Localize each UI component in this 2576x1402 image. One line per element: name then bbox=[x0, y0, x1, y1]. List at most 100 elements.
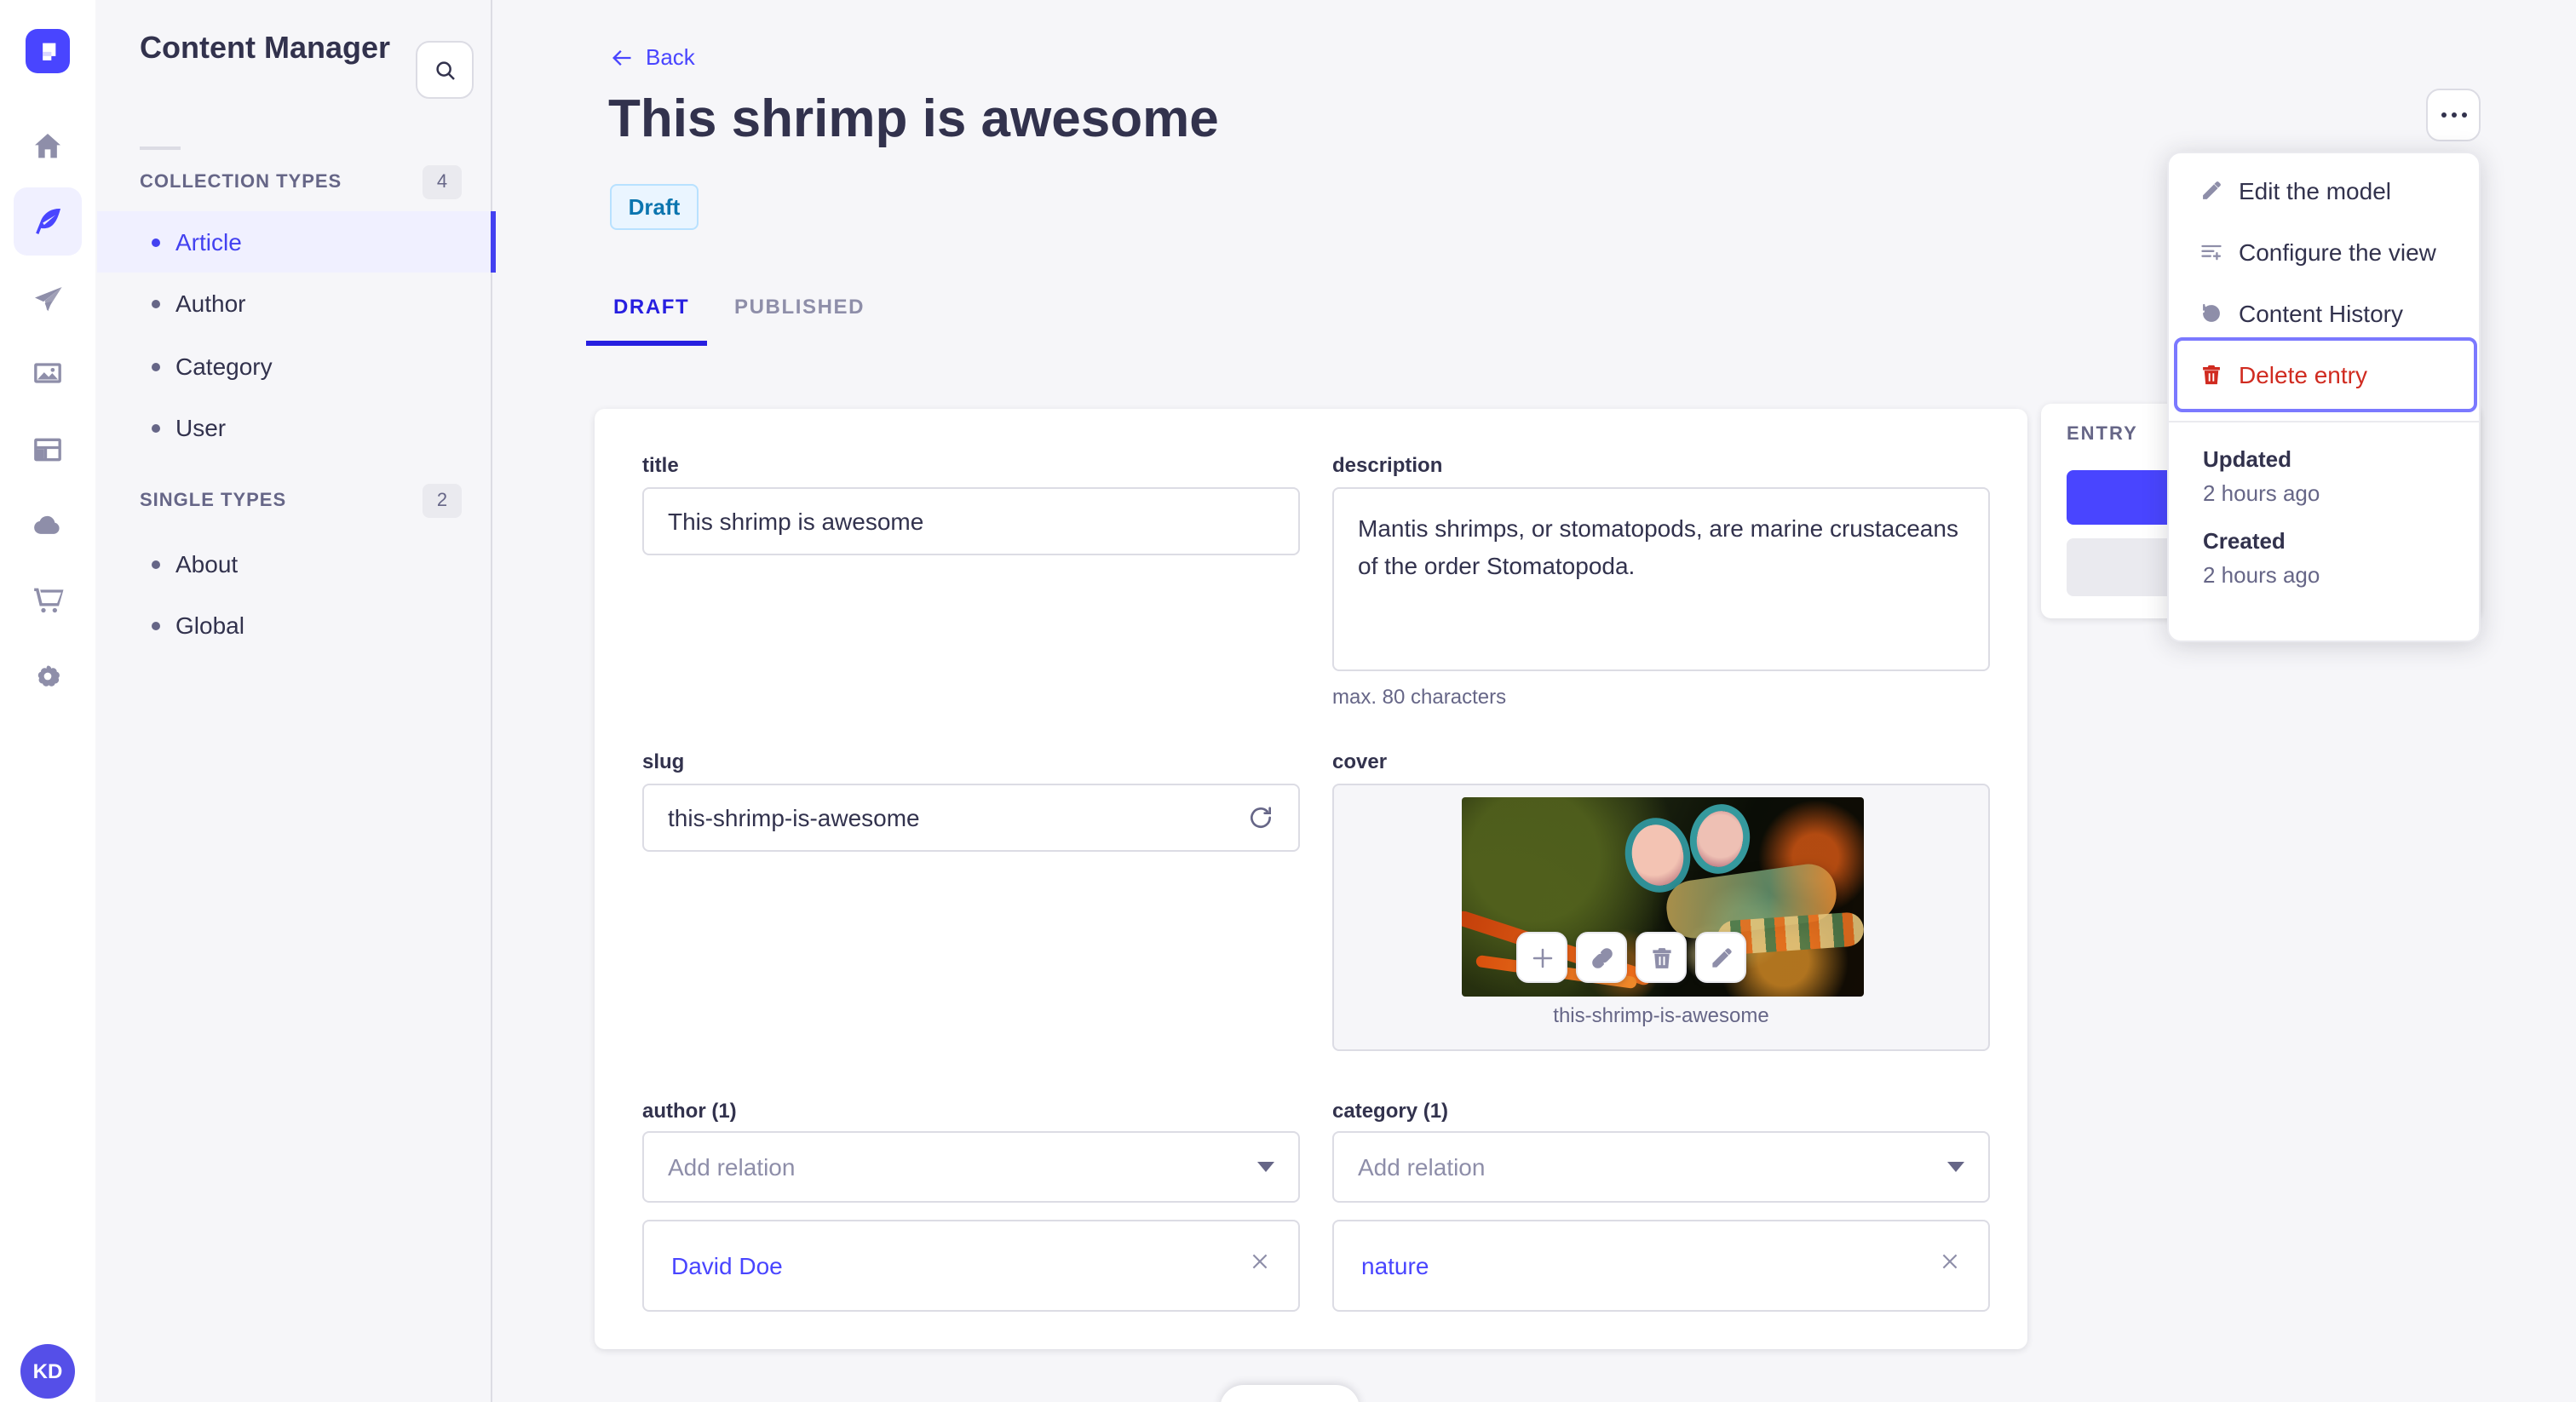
description-textarea[interactable]: Mantis shrimps, or stomatopods, are mari… bbox=[1332, 487, 1990, 671]
menu-item-label: Content History bbox=[2239, 300, 2403, 327]
nav-content-type-builder-button[interactable] bbox=[14, 416, 82, 484]
bullet-icon bbox=[152, 238, 160, 246]
category-relation-item: nature bbox=[1332, 1220, 1990, 1312]
page-title: This shrimp is awesome bbox=[608, 89, 1219, 148]
sidebar-item-label: Global bbox=[175, 612, 244, 639]
description-field-label: description bbox=[1332, 453, 1443, 477]
author-field-label: author (1) bbox=[642, 1099, 737, 1123]
menu-item-configure-view[interactable]: Configure the view bbox=[2169, 221, 2482, 283]
nav-settings-button[interactable] bbox=[14, 642, 82, 710]
sidebar-item-category[interactable]: Category bbox=[97, 336, 491, 397]
strapi-admin: KD Content Manager COLLECTION TYPES 4 Ar… bbox=[0, 0, 2576, 1402]
description-hint: max. 80 characters bbox=[1332, 685, 1507, 709]
menu-item-content-history[interactable]: Content History bbox=[2169, 283, 2482, 344]
sidebar-item-author[interactable]: Author bbox=[97, 273, 491, 334]
updated-value: 2 hours ago bbox=[2203, 480, 2320, 506]
sidebar-item-user[interactable]: User bbox=[97, 397, 491, 458]
feather-icon bbox=[36, 208, 60, 234]
bullet-icon bbox=[152, 423, 160, 432]
floating-widget-pill[interactable] bbox=[1220, 1385, 1360, 1402]
sidebar-item-about[interactable]: About bbox=[97, 533, 491, 595]
close-icon bbox=[1942, 1254, 1958, 1269]
subnav-title: Content Manager bbox=[140, 31, 391, 65]
subnav-divider bbox=[140, 147, 181, 150]
remove-category-relation-button[interactable] bbox=[1939, 1250, 1961, 1281]
trash-icon bbox=[1652, 947, 1670, 968]
home-icon bbox=[35, 134, 60, 158]
sidebar-item-label: Category bbox=[175, 353, 273, 380]
close-icon bbox=[1252, 1254, 1268, 1269]
cover-delete-button[interactable] bbox=[1636, 932, 1687, 983]
cover-edit-button[interactable] bbox=[1695, 932, 1746, 983]
images-icon bbox=[34, 363, 61, 383]
edit-form-card: title description Mantis shrimps, or sto… bbox=[595, 409, 2027, 1349]
pencil-icon bbox=[2203, 181, 2221, 199]
menu-divider bbox=[2169, 421, 2479, 422]
nav-home-button[interactable] bbox=[14, 112, 82, 181]
nav-releases-button[interactable] bbox=[14, 266, 82, 334]
more-actions-button[interactable] bbox=[2426, 89, 2481, 141]
cover-field: this-shrimp-is-awesome bbox=[1332, 784, 1990, 1051]
single-types-count-badge: 2 bbox=[423, 484, 462, 518]
back-link[interactable]: Back bbox=[610, 44, 695, 70]
strapi-logo-icon bbox=[43, 43, 56, 60]
category-relation-link[interactable]: nature bbox=[1361, 1252, 1429, 1279]
sidebar-item-label: About bbox=[175, 550, 239, 577]
chevron-down-icon bbox=[1257, 1162, 1274, 1172]
user-avatar[interactable]: KD bbox=[20, 1344, 75, 1399]
layout-icon bbox=[34, 438, 61, 462]
sidebar-item-article[interactable]: Article bbox=[97, 211, 496, 273]
title-field-label: title bbox=[642, 453, 679, 477]
sidebar-item-global[interactable]: Global bbox=[97, 595, 491, 656]
tab-draft[interactable]: DRAFT bbox=[613, 295, 689, 319]
cover-field-label: cover bbox=[1332, 750, 1388, 773]
nav-cloud-button[interactable] bbox=[14, 491, 82, 559]
sidebar-item-label: Author bbox=[175, 290, 246, 317]
bullet-icon bbox=[152, 299, 160, 307]
slug-field-label: slug bbox=[642, 750, 685, 773]
section-single-types: SINGLE TYPES bbox=[140, 491, 287, 511]
author-select-placeholder: Add relation bbox=[668, 1153, 796, 1181]
menu-item-label: Configure the view bbox=[2239, 238, 2436, 266]
gear-icon bbox=[37, 665, 60, 687]
created-value: 2 hours ago bbox=[2203, 562, 2320, 588]
title-input[interactable] bbox=[642, 487, 1300, 555]
history-clock-icon bbox=[2203, 303, 2220, 322]
collection-types-count-badge: 4 bbox=[423, 165, 462, 199]
slug-input[interactable] bbox=[642, 784, 1300, 852]
regenerate-slug-button[interactable] bbox=[1247, 804, 1274, 840]
search-icon bbox=[435, 60, 454, 79]
nav-marketplace-button[interactable] bbox=[14, 566, 82, 634]
status-badge: Draft bbox=[610, 184, 699, 230]
cover-copy-link-button[interactable] bbox=[1576, 932, 1627, 983]
remove-author-relation-button[interactable] bbox=[1249, 1250, 1271, 1281]
author-relation-link[interactable]: David Doe bbox=[671, 1252, 783, 1279]
author-relation-select[interactable]: Add relation bbox=[642, 1131, 1300, 1203]
strapi-logo[interactable] bbox=[26, 29, 70, 73]
author-relation-item: David Doe bbox=[642, 1220, 1300, 1312]
more-actions-menu: Edit the model Configure the view Conten… bbox=[2167, 152, 2481, 642]
refresh-icon bbox=[1251, 807, 1271, 828]
bullet-icon bbox=[152, 621, 160, 629]
subnav-search-button[interactable] bbox=[416, 41, 474, 99]
chevron-down-icon bbox=[1947, 1162, 1964, 1172]
pencil-icon bbox=[1711, 947, 1731, 967]
sidebar-item-label: Article bbox=[175, 228, 242, 256]
menu-item-edit-model[interactable]: Edit the model bbox=[2169, 160, 2482, 221]
shrimp-eye bbox=[1684, 799, 1756, 879]
category-field-label: category (1) bbox=[1332, 1099, 1449, 1123]
cover-caption: this-shrimp-is-awesome bbox=[1553, 1003, 1769, 1027]
cover-add-button[interactable] bbox=[1516, 932, 1567, 983]
created-label: Created bbox=[2203, 528, 2286, 554]
delete-entry-focus-ring bbox=[2174, 337, 2477, 412]
sidebar-item-label: User bbox=[175, 414, 227, 441]
category-relation-select[interactable]: Add relation bbox=[1332, 1131, 1990, 1203]
back-arrow-icon bbox=[612, 49, 631, 65]
tab-published[interactable]: PUBLISHED bbox=[734, 295, 865, 319]
back-label: Back bbox=[646, 44, 695, 70]
nav-media-library-button[interactable] bbox=[14, 339, 82, 407]
entry-panel-title: ENTRY bbox=[2067, 424, 2138, 445]
configure-list-icon bbox=[2201, 244, 2222, 261]
nav-content-manager-button[interactable] bbox=[14, 187, 82, 256]
category-select-placeholder: Add relation bbox=[1358, 1153, 1486, 1181]
